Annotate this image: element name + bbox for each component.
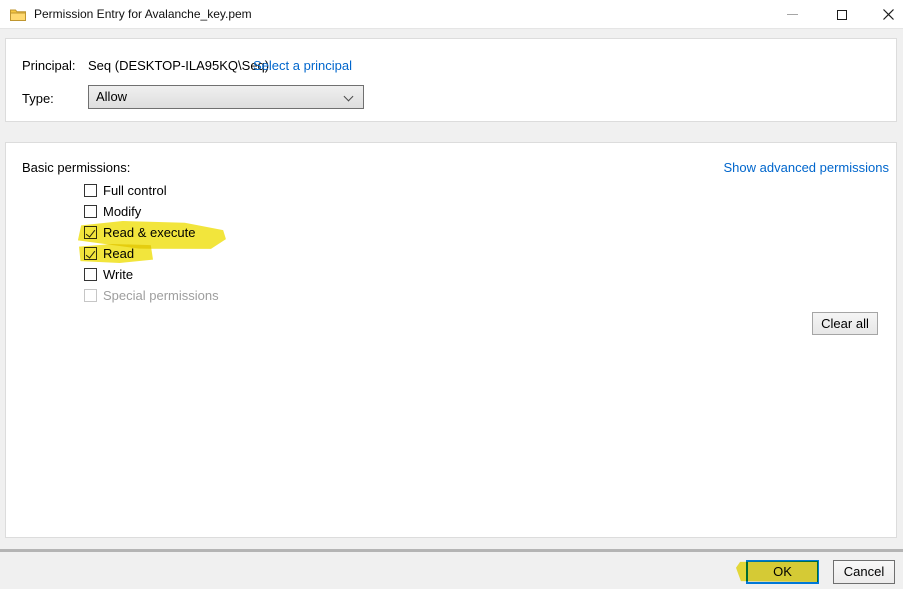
basic-permissions-label: Basic permissions: — [22, 160, 130, 175]
permission-checkbox[interactable] — [84, 247, 97, 260]
permission-label[interactable]: Modify — [103, 204, 141, 220]
minimize-button[interactable] — [777, 0, 807, 29]
footer-divider — [0, 549, 903, 552]
close-button[interactable] — [873, 0, 903, 29]
permission-checkbox[interactable] — [84, 205, 97, 218]
window-title: Permission Entry for Avalanche_key.pem — [34, 0, 252, 29]
cancel-button[interactable]: Cancel — [833, 560, 895, 584]
chevron-down-icon — [344, 92, 354, 102]
minimize-icon — [787, 14, 798, 15]
permission-label[interactable]: Special permissions — [103, 288, 219, 304]
type-dropdown[interactable]: Allow — [88, 85, 364, 109]
permission-label[interactable]: Full control — [103, 183, 167, 199]
permission-checkbox[interactable] — [84, 268, 97, 281]
permission-checkbox[interactable] — [84, 184, 97, 197]
title-bar: Permission Entry for Avalanche_key.pem — [0, 0, 903, 29]
type-label: Type: — [22, 91, 54, 106]
basic-permissions-panel — [5, 142, 897, 538]
permission-checkbox[interactable] — [84, 226, 97, 239]
close-icon — [883, 9, 894, 20]
type-dropdown-value: Allow — [96, 89, 127, 104]
maximize-icon — [837, 10, 847, 20]
maximize-button[interactable] — [827, 0, 857, 29]
permission-label[interactable]: Read & execute — [103, 225, 196, 241]
folder-icon — [10, 8, 26, 21]
clear-all-button[interactable]: Clear all — [812, 312, 878, 335]
permission-label[interactable]: Write — [103, 267, 133, 283]
permission-label[interactable]: Read — [103, 246, 134, 262]
principal-type-panel — [5, 38, 897, 122]
permission-checkbox[interactable] — [84, 289, 97, 302]
select-principal-link[interactable]: Select a principal — [253, 58, 352, 73]
principal-value: Seq (DESKTOP-ILA95KQ\Seq) — [88, 58, 269, 73]
principal-label: Principal: — [22, 58, 75, 73]
ok-button[interactable]: OK — [746, 560, 819, 584]
show-advanced-permissions-link[interactable]: Show advanced permissions — [724, 160, 889, 175]
